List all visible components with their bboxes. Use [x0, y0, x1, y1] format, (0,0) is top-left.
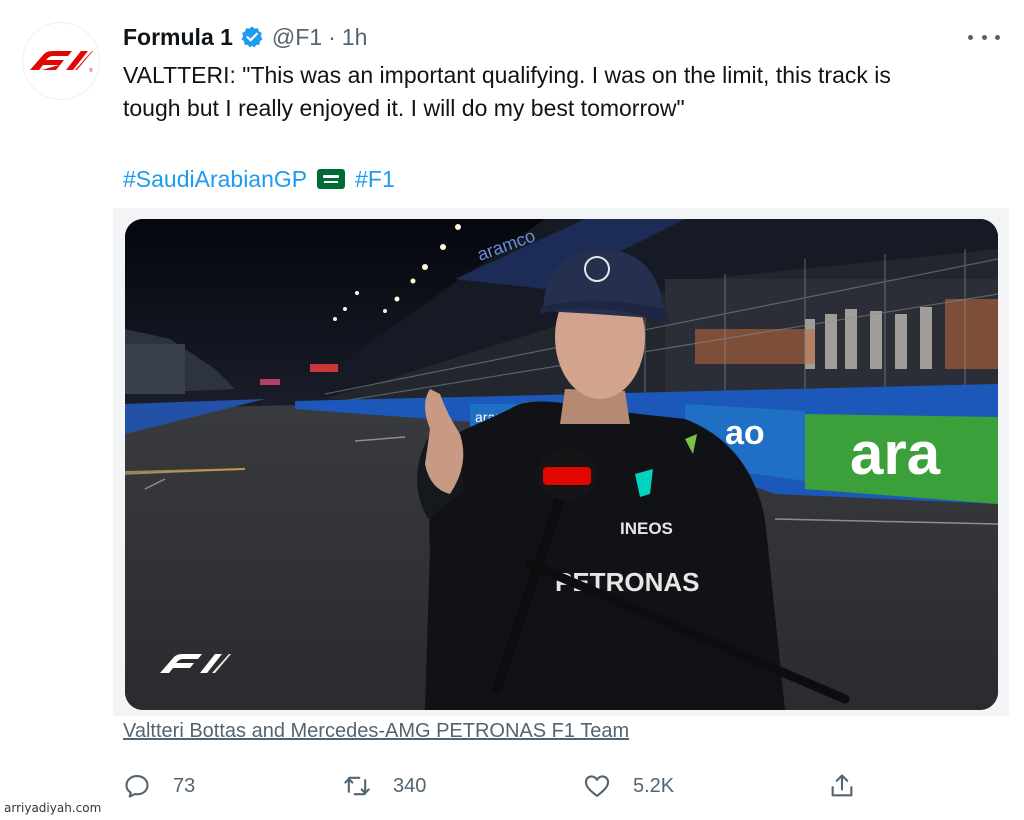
header-separator: ·: [328, 23, 336, 50]
svg-text:ao: ao: [725, 414, 765, 452]
author-name[interactable]: Formula 1: [123, 24, 233, 51]
more-options-icon[interactable]: [968, 25, 1000, 49]
heart-icon: [584, 775, 610, 797]
retweet-count: 340: [393, 774, 427, 797]
tweet-actions-bar: 73 340 5.2K: [123, 766, 863, 806]
tweet: ® Formula 1 @F1 · 1h VALTTERI: "This was…: [0, 0, 1024, 820]
verified-badge-icon: [241, 26, 263, 48]
like-button[interactable]: 5.2K: [583, 766, 674, 806]
like-count: 5.2K: [633, 774, 675, 797]
share-button[interactable]: [828, 766, 856, 806]
share-icon: [831, 774, 853, 797]
tweet-media-photo[interactable]: ara ao aramco aramco PETRONAS INEOS: [125, 219, 998, 710]
barrier-sign-ara: ara: [850, 420, 941, 487]
tweet-text: VALTTERI: "This was an important qualify…: [123, 62, 891, 121]
media-caption-link[interactable]: Valtteri Bottas and Mercedes-AMG PETRONA…: [123, 720, 629, 743]
tweet-header: Formula 1 @F1 · 1h: [123, 22, 367, 52]
reply-button[interactable]: 73: [123, 766, 195, 806]
author-handle[interactable]: @F1: [272, 24, 322, 51]
suit-text-ineos: INEOS: [620, 519, 673, 538]
saudi-arabia-flag-icon: [317, 169, 346, 189]
retweet-button[interactable]: 340: [343, 766, 426, 806]
driver-interview-photo: ara ao aramco aramco PETRONAS INEOS: [125, 219, 998, 710]
hashtag-f1[interactable]: #F1: [355, 166, 395, 193]
hashtag-line: #SaudiArabianGP #F1: [123, 162, 395, 196]
reply-count: 73: [173, 774, 196, 797]
avatar[interactable]: ®: [22, 22, 100, 100]
reply-icon: [125, 775, 149, 798]
svg-text:®: ®: [89, 67, 93, 74]
retweet-icon: [344, 776, 370, 796]
hashtag-saudi-arabian-gp[interactable]: #SaudiArabianGP: [123, 166, 307, 193]
site-watermark: arriyadiyah.com: [4, 801, 102, 815]
tweet-timestamp[interactable]: 1h: [342, 24, 368, 51]
f1-logo-icon: ®: [30, 51, 93, 74]
